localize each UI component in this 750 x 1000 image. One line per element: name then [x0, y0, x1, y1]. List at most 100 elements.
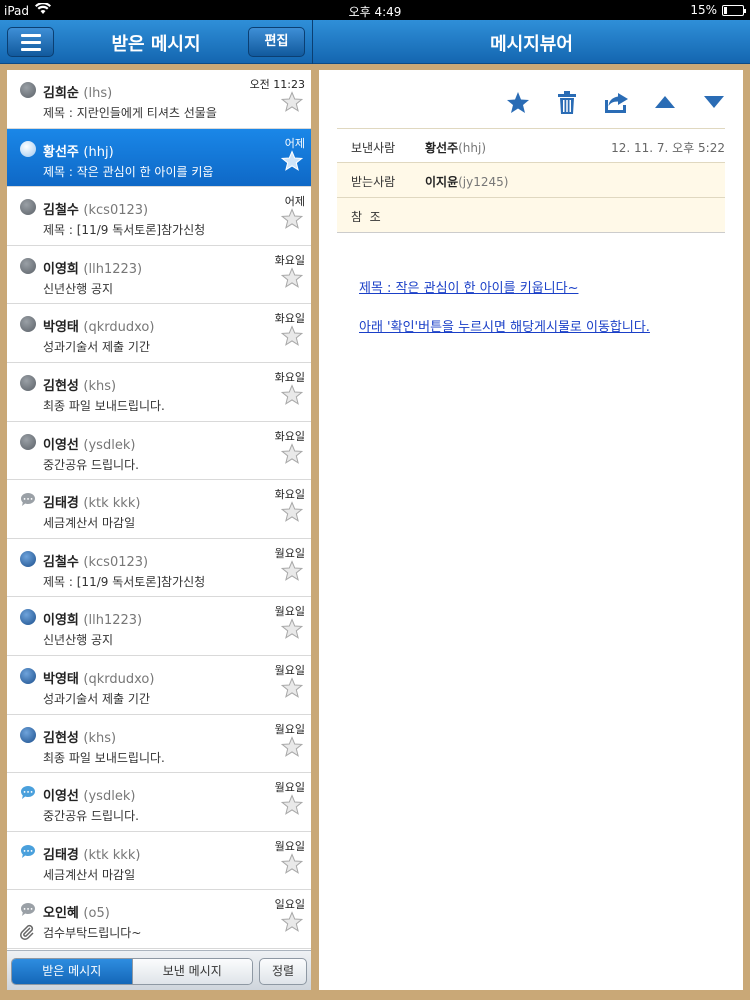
message-time: 월요일: [274, 546, 305, 560]
message-subject: 세금계산서 마감일: [43, 867, 136, 882]
sender-name: 김태경: [43, 847, 79, 863]
sender-uid: (ysdlek): [83, 437, 136, 453]
message-subject: 제목 : 작은 관심이 한 아이를 키웁: [43, 164, 214, 179]
sender-name: 박영태: [43, 671, 79, 687]
globe-gray-icon: [20, 199, 36, 216]
message-subject: 제목 : [11/9 독서토론]참가신청: [43, 223, 206, 238]
star-icon[interactable]: [280, 677, 304, 699]
message-subject: 제목 : [11/9 독서토론]참가신청: [43, 574, 206, 589]
globe-blue-icon: [20, 726, 36, 743]
star-icon[interactable]: [280, 501, 304, 523]
star-icon[interactable]: [280, 911, 304, 933]
message-list-item[interactable]: 김희순 (lhs) 제목 : 지란인들에게 티셔츠 선물을 오전 11:23: [7, 70, 311, 129]
viewer-title: 메시지뷰어: [490, 34, 573, 55]
globe-blue-icon: [20, 609, 36, 626]
star-icon[interactable]: [504, 90, 531, 114]
trash-icon[interactable]: [553, 90, 580, 114]
star-icon[interactable]: [280, 735, 304, 758]
body-confirm-link[interactable]: 아래 '확인'버튼을 누르시면 해당게시물로 이동합니다.: [359, 316, 650, 335]
message-viewer: 보낸사람 황선주(hhj) 12. 11. 7. 오후 5:22 받는사람 이지…: [319, 70, 743, 990]
message-list-item[interactable]: 황선주 (hhj) 제목 : 작은 관심이 한 아이를 키웁 어제: [7, 128, 311, 188]
star-icon[interactable]: [280, 794, 304, 816]
message-list-item[interactable]: 김현성 (khs) 최종 파일 보내드립니다. 월요일: [7, 714, 311, 774]
star-icon[interactable]: [280, 559, 304, 582]
message-time: 월요일: [274, 663, 305, 677]
tab-sent[interactable]: 보낸 메시지: [131, 959, 252, 984]
cc-label: 참 조: [351, 210, 381, 224]
message-sender: 박영태 (qkrdudxo): [43, 668, 154, 687]
sender-name: 김철수: [43, 203, 79, 219]
inbox-navbar: 받은 메시지 편집: [0, 20, 312, 64]
message-time: 화요일: [274, 488, 305, 502]
message-list-item[interactable]: 김현성 (khs) 최종 파일 보내드립니다. 화요일: [7, 362, 311, 422]
message-list-item[interactable]: 이영희 (llh1223) 신년산행 공지 월요일: [7, 597, 311, 656]
message-subject: 최종 파일 보내드립니다.: [43, 750, 165, 765]
star-icon[interactable]: [280, 91, 304, 113]
star-icon[interactable]: [280, 266, 304, 289]
receiver-name: 이지윤: [425, 175, 459, 189]
receiver-value[interactable]: 이지윤(jy1245): [425, 173, 508, 190]
message-list-item[interactable]: 김태경 (ktk kkk) 세금계산서 마감일 월요일: [7, 831, 311, 891]
globe-gray-icon: [20, 433, 36, 450]
message-date: 12. 11. 7. 오후 5:22: [611, 141, 725, 155]
body-subject-link[interactable]: 제목 : 작은 관심이 한 아이를 키웁니다~: [359, 277, 578, 296]
receiver-label: 받는사람: [351, 175, 396, 189]
sender-value[interactable]: 황선주(hhj): [425, 139, 486, 156]
message-sender: 김현성 (khs): [43, 375, 116, 394]
message-list-item[interactable]: 이영희 (llh1223) 신년산행 공지 화요일: [7, 245, 311, 305]
forward-icon[interactable]: [602, 90, 629, 114]
message-list-item[interactable]: 김철수 (kcs0123) 제목 : [11/9 독서토론]참가신청 어제: [7, 187, 311, 246]
paperclip-icon: [19, 924, 35, 941]
tab-inbox[interactable]: 받은 메시지: [12, 959, 132, 984]
sender-name: 황선주: [43, 144, 79, 160]
sender-uid: (lhs): [83, 86, 113, 101]
message-subject: 검수부탁드립니다~: [43, 926, 142, 941]
sender-uid: (kcs0123): [83, 203, 149, 219]
sender-name: 오인혜: [43, 906, 79, 922]
sender-label: 보낸사람: [351, 141, 396, 155]
message-list-item[interactable]: 이영선 (ysdlek) 중간공유 드립니다. 화요일: [7, 421, 311, 481]
message-list-item[interactable]: 박영태 (qkrdudxo) 성과기술서 제출 기간 월요일: [7, 655, 311, 715]
sender-name: 박영태: [43, 320, 79, 336]
globe-blue-icon: [20, 550, 36, 567]
globe-gray-icon: [20, 257, 36, 274]
edit-button[interactable]: 편집: [248, 27, 305, 57]
globe-blue-icon: [20, 667, 36, 684]
sender-uid: (llh1223): [83, 261, 143, 277]
message-subject: 신년산행 공지: [43, 633, 114, 648]
sender-row: 보낸사람 황선주(hhj) 12. 11. 7. 오후 5:22: [337, 128, 725, 163]
arrow-up-icon[interactable]: [651, 90, 678, 114]
star-icon[interactable]: [280, 618, 304, 640]
receiver-uid: (jy1245): [458, 175, 509, 189]
star-icon[interactable]: [280, 325, 304, 347]
sort-button[interactable]: 정렬: [259, 958, 307, 985]
message-subject: 세금계산서 마감일: [43, 516, 136, 531]
message-time: 월요일: [274, 781, 305, 795]
message-list-item[interactable]: 박영태 (qkrdudxo) 성과기술서 제출 기간 화요일: [7, 304, 311, 363]
chat-blue-icon: [20, 844, 36, 860]
message-time: 월요일: [274, 722, 305, 736]
message-list-item[interactable]: 김태경 (ktk kkk) 세금계산서 마감일 화요일: [7, 480, 311, 539]
arrow-down-icon[interactable]: [700, 90, 727, 114]
message-list[interactable]: 김희순 (lhs) 제목 : 지란인들에게 티셔츠 선물을 오전 11:23 황선주 …: [7, 70, 311, 950]
message-list-item[interactable]: 오인혜 (o5) 검수부탁드립니다~ 일요일: [7, 890, 311, 949]
message-sender: 김태경 (ktk kkk): [43, 844, 140, 863]
message-sender: 김철수 (kcs0123): [43, 199, 148, 218]
star-icon[interactable]: [280, 852, 304, 875]
sender-uid: (kcs0123): [83, 554, 149, 570]
list-footer: 받은 메시지 보낸 메시지 정렬: [7, 950, 311, 990]
star-icon[interactable]: [280, 442, 304, 465]
mailbox-segmented-control: 받은 메시지 보낸 메시지: [11, 958, 253, 985]
star-icon[interactable]: [280, 208, 304, 230]
sender-uid: (ktk kkk): [83, 496, 141, 512]
message-sender: 김철수 (kcs0123): [43, 551, 148, 570]
message-sender: 이영선 (ysdlek): [43, 785, 135, 804]
sender-uid: (khs): [83, 730, 117, 746]
message-list-item[interactable]: 이영선 (ysdlek) 중간공유 드립니다. 월요일: [7, 773, 311, 832]
star-icon[interactable]: [280, 384, 304, 406]
star-icon[interactable]: [280, 149, 304, 172]
viewer-toolbar: [504, 90, 727, 114]
message-subject: 중간공유 드립니다.: [43, 809, 139, 824]
globe-gray-icon: [20, 82, 36, 98]
message-list-item[interactable]: 김철수 (kcs0123) 제목 : [11/9 독서토론]참가신청 월요일: [7, 538, 311, 598]
